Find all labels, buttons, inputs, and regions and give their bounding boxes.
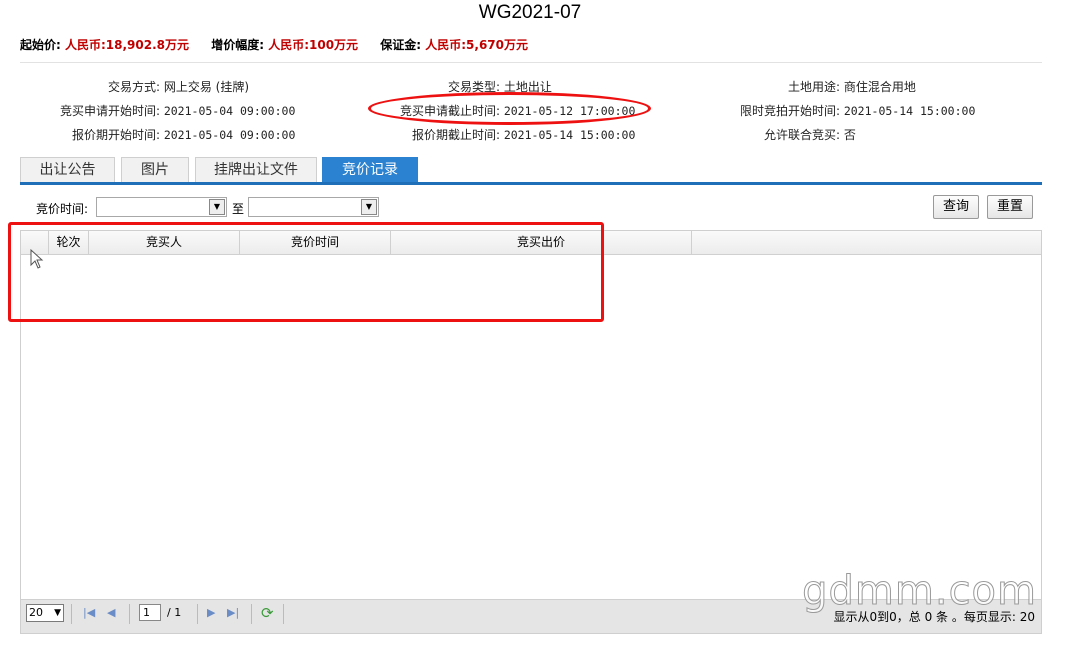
quote-start-row: 报价期开始时间: 2021-05-04 09:00:00 (20, 126, 295, 143)
prev-page-icon[interactable]: ◀ (107, 606, 115, 619)
to-label: 至 (232, 202, 245, 216)
land-use-value: 商住混合用地 (843, 80, 916, 94)
tab-announcement[interactable]: 出让公告 (20, 157, 115, 183)
quote-end-row: 报价期截止时间: 2021-05-14 15:00:00 (380, 126, 635, 143)
reset-button[interactable]: 重置 (987, 195, 1033, 219)
auction-start-value: 2021-05-14 15:00:00 (843, 104, 976, 118)
tab-listing-documents[interactable]: 挂牌出让文件 (195, 157, 317, 183)
last-page-icon[interactable]: ▶| (227, 606, 239, 619)
separator (251, 604, 252, 624)
increment-label: 增价幅度: (211, 38, 265, 52)
tab-underline (20, 182, 1042, 185)
deposit-value: 人民币:5,670万元 (425, 38, 529, 52)
apply-start-row: 竞买申请开始时间: 2021-05-04 09:00:00 (20, 102, 295, 119)
land-use-row: 土地用途: 商住混合用地 (720, 78, 916, 95)
bid-time-to-select[interactable]: ▼ (248, 197, 379, 217)
first-page-icon[interactable]: |◀ (83, 606, 95, 619)
filter-bar: 竞价时间: ▼ 至 ▼ 查询 重置 (20, 195, 1042, 223)
page-title: WG2021-07 (478, 2, 582, 23)
bid-time-from-select[interactable]: ▼ (96, 197, 227, 217)
mouse-cursor-icon (30, 249, 44, 269)
page-total: / 1 (167, 606, 182, 619)
separator (71, 604, 72, 624)
separator (283, 604, 284, 624)
trade-mode-label: 交易方式: (107, 80, 160, 94)
chevron-down-icon[interactable]: ▼ (361, 199, 377, 215)
joint-bid-value: 否 (843, 128, 856, 142)
page-size-value: 20 (29, 606, 43, 619)
trade-mode-value: 网上交易 (挂牌) (163, 80, 250, 94)
query-button[interactable]: 查询 (933, 195, 979, 219)
bottom-line (20, 633, 1042, 634)
red-ellipse-annotation (368, 92, 651, 125)
tab-bid-records[interactable]: 竞价记录 (322, 157, 418, 183)
page-number-input[interactable]: 1 (139, 604, 161, 621)
quote-start-label: 报价期开始时间: (71, 128, 160, 142)
trade-mode-row: 交易方式: 网上交易 (挂牌) (20, 78, 249, 95)
start-price-value: 人民币:18,902.8万元 (65, 38, 190, 52)
red-box-annotation (8, 222, 604, 322)
divider (20, 62, 1042, 63)
auction-start-label: 限时竞拍开始时间: (739, 104, 840, 118)
joint-bid-row: 允许联合竞买: 否 (720, 126, 856, 143)
page-size-select[interactable]: 20 ▼ (26, 604, 64, 622)
bid-time-label: 竞价时间: (36, 202, 89, 216)
deposit-label: 保证金: (380, 38, 422, 52)
joint-bid-label: 允许联合竞买: (763, 128, 840, 142)
separator (129, 604, 130, 624)
quote-start-value: 2021-05-04 09:00:00 (163, 128, 296, 142)
chevron-down-icon[interactable]: ▼ (209, 199, 225, 215)
separator (197, 604, 198, 624)
start-price-label: 起始价: (20, 38, 61, 52)
next-page-icon[interactable]: ▶ (207, 606, 215, 619)
refresh-icon[interactable]: ⟳ (261, 604, 274, 622)
auction-start-row: 限时竞拍开始时间: 2021-05-14 15:00:00 (720, 102, 975, 119)
apply-start-value: 2021-05-04 09:00:00 (163, 104, 296, 118)
price-summary: 起始价: 人民币:18,902.8万元 增价幅度: 人民币:100万元 保证金:… (20, 36, 546, 53)
tab-images[interactable]: 图片 (121, 157, 189, 183)
quote-end-value: 2021-05-14 15:00:00 (503, 128, 636, 142)
chevron-down-icon: ▼ (54, 608, 61, 618)
quote-end-label: 报价期截止时间: (411, 128, 500, 142)
apply-start-label: 竞买申请开始时间: (59, 104, 160, 118)
watermark: gdmm.com (802, 568, 1037, 615)
land-use-label: 土地用途: (787, 80, 840, 94)
increment-value: 人民币:100万元 (268, 38, 359, 52)
